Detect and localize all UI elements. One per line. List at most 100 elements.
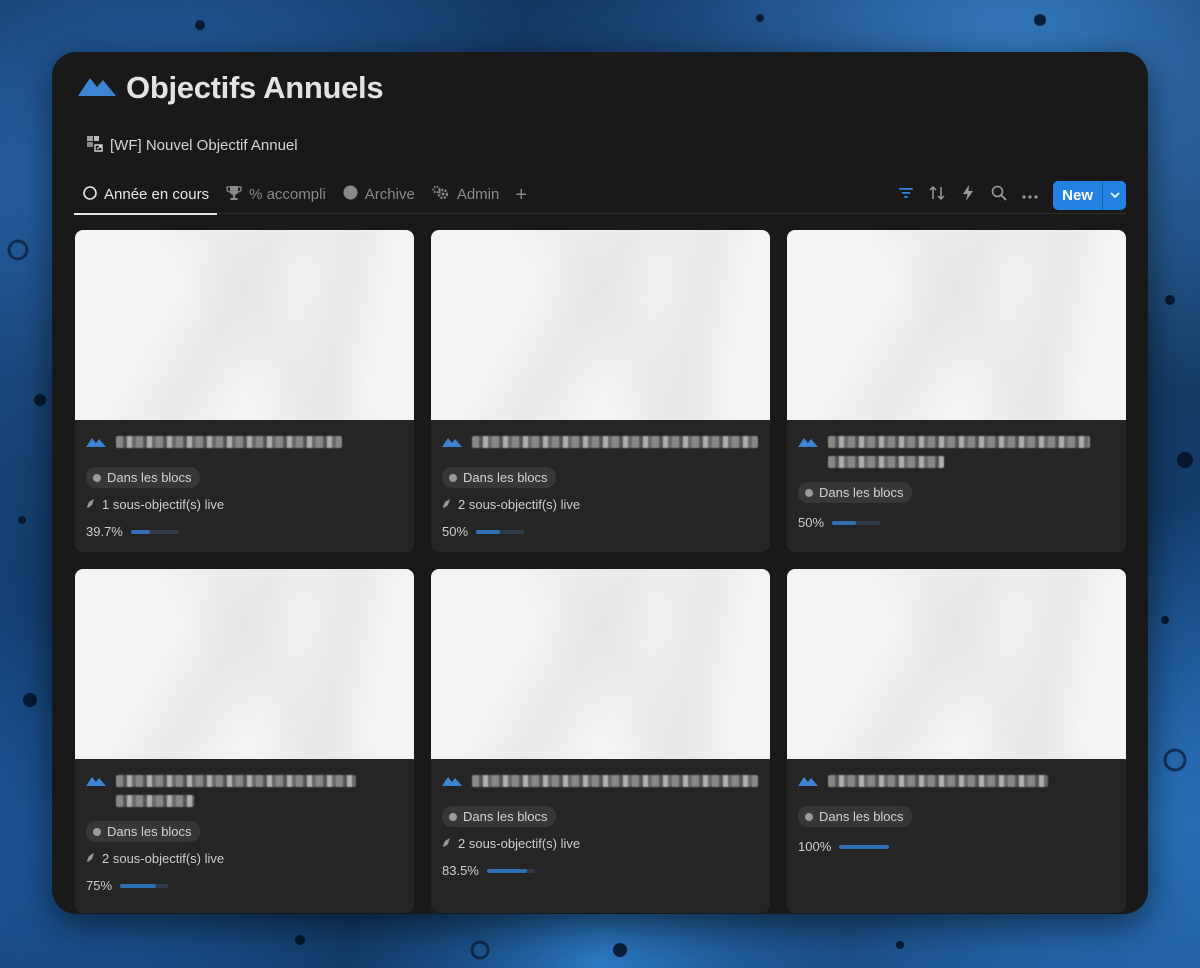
- mountain-icon: [78, 74, 116, 103]
- circle-filled-icon: [343, 185, 358, 204]
- chevron-down-icon[interactable]: [1102, 180, 1126, 210]
- progress-label: 100%: [798, 839, 832, 854]
- card-cover-image: [431, 569, 770, 759]
- progress-fill: [486, 868, 527, 873]
- card-title: [442, 771, 759, 792]
- status-label: Dans les blocs: [463, 809, 548, 824]
- progress-bar: [120, 883, 169, 888]
- card-cover-image: [75, 569, 414, 759]
- status-dot: [805, 488, 813, 497]
- database-window: Objectifs Annuels [WF] Nouvel Objectif A…: [52, 52, 1148, 914]
- rocket-icon: [86, 497, 95, 512]
- page-title: Objectifs Annuels: [126, 70, 384, 105]
- goal-card[interactable]: Dans les blocs 2 sous-objectif(s) live 7…: [75, 569, 414, 913]
- status-dot: [805, 812, 813, 821]
- status-label: Dans les blocs: [819, 809, 904, 824]
- progress-fill: [120, 883, 157, 888]
- search-button[interactable]: [985, 182, 1012, 209]
- subgoals-label: 2 sous-objectif(s) live: [458, 836, 581, 851]
- progress-fill: [130, 529, 150, 534]
- search-icon: [991, 185, 1007, 206]
- tab-label: Admin: [456, 186, 500, 203]
- goal-card[interactable]: Dans les blocs 100%: [787, 569, 1126, 913]
- status-dot: [449, 812, 457, 821]
- progress-row: 39.7%: [86, 524, 403, 539]
- progress-row: 100%: [798, 839, 1115, 854]
- progress-bar: [832, 520, 881, 525]
- new-button[interactable]: New: [1053, 180, 1126, 210]
- sort-button[interactable]: [923, 182, 950, 209]
- progress-row: 83.5%: [442, 863, 759, 878]
- progress-label: 83.5%: [442, 863, 479, 878]
- rocket-icon: [442, 497, 451, 512]
- progress-label: 39.7%: [86, 524, 123, 539]
- card-title: [86, 771, 403, 807]
- plus-icon: +: [515, 183, 528, 206]
- tab-label: Archive: [364, 186, 415, 203]
- goal-card[interactable]: Dans les blocs 2 sous-objectif(s) live 5…: [431, 230, 770, 552]
- filter-icon: [898, 186, 914, 205]
- card-title: [798, 432, 1115, 468]
- subgoals-row: 1 sous-objectif(s) live: [86, 497, 403, 512]
- card-cover-image: [787, 230, 1126, 420]
- add-view-button[interactable]: +: [507, 176, 535, 214]
- progress-fill: [839, 844, 890, 849]
- view-tabs: Année en cours % accompli Archive Admin …: [74, 176, 1126, 215]
- page-header: Objectifs Annuels: [78, 70, 384, 106]
- redacted-title: [828, 432, 1090, 468]
- template-icon: [86, 134, 104, 156]
- progress-row: 50%: [442, 524, 759, 539]
- mountain-icon: [442, 774, 462, 792]
- rocket-icon: [442, 836, 451, 851]
- progress-bar: [130, 529, 179, 534]
- mountain-icon: [86, 435, 106, 453]
- redacted-title: [472, 771, 758, 787]
- status-badge: Dans les blocs: [86, 821, 200, 842]
- progress-label: 75%: [86, 878, 113, 893]
- redacted-title: [828, 771, 1048, 787]
- trophy-icon: [226, 185, 242, 205]
- goal-card[interactable]: Dans les blocs 2 sous-objectif(s) live 8…: [431, 569, 770, 913]
- template-link-label: [WF] Nouvel Objectif Annuel: [110, 136, 298, 154]
- gallery-grid: Dans les blocs 1 sous-objectif(s) live 3…: [75, 230, 1126, 913]
- redacted-title: [116, 432, 342, 448]
- template-link[interactable]: [WF] Nouvel Objectif Annuel: [86, 134, 298, 156]
- subgoals-label: 2 sous-objectif(s) live: [102, 851, 225, 866]
- status-dot: [93, 827, 101, 836]
- status-label: Dans les blocs: [107, 470, 192, 485]
- rocket-icon: [86, 851, 95, 866]
- status-label: Dans les blocs: [107, 824, 192, 839]
- filter-button[interactable]: [892, 182, 919, 209]
- tab-admin[interactable]: Admin: [423, 176, 508, 214]
- tab-label: % accompli: [249, 186, 326, 203]
- mountain-icon: [798, 435, 818, 453]
- tab-annee-en-cours[interactable]: Année en cours: [74, 176, 218, 215]
- more-options-button[interactable]: [1016, 182, 1043, 209]
- circle-outline-icon: [83, 185, 97, 204]
- tab-archive[interactable]: Archive: [334, 176, 423, 214]
- card-cover-image: [787, 569, 1126, 759]
- progress-row: 75%: [86, 878, 403, 893]
- card-title: [798, 771, 1115, 792]
- status-label: Dans les blocs: [463, 470, 548, 485]
- subgoals-row: 2 sous-objectif(s) live: [86, 851, 403, 866]
- sort-icon: [928, 185, 946, 206]
- card-cover-image: [75, 230, 414, 420]
- progress-fill: [832, 520, 857, 525]
- subgoals-row: 2 sous-objectif(s) live: [442, 497, 759, 512]
- tab-accompli[interactable]: % accompli: [217, 176, 334, 214]
- status-badge: Dans les blocs: [442, 806, 556, 827]
- goal-card[interactable]: Dans les blocs 1 sous-objectif(s) live 3…: [75, 230, 414, 552]
- status-badge: Dans les blocs: [798, 806, 912, 827]
- status-dot: [93, 473, 101, 482]
- status-dot: [449, 473, 457, 482]
- automation-button[interactable]: [954, 182, 981, 209]
- status-badge: Dans les blocs: [86, 467, 200, 488]
- new-button-label[interactable]: New: [1053, 181, 1102, 210]
- progress-label: 50%: [798, 515, 825, 530]
- subgoals-label: 2 sous-objectif(s) live: [458, 497, 581, 512]
- more-icon: [1022, 186, 1038, 204]
- redacted-title: [116, 771, 356, 807]
- progress-label: 50%: [442, 524, 469, 539]
- goal-card[interactable]: Dans les blocs 50%: [787, 230, 1126, 552]
